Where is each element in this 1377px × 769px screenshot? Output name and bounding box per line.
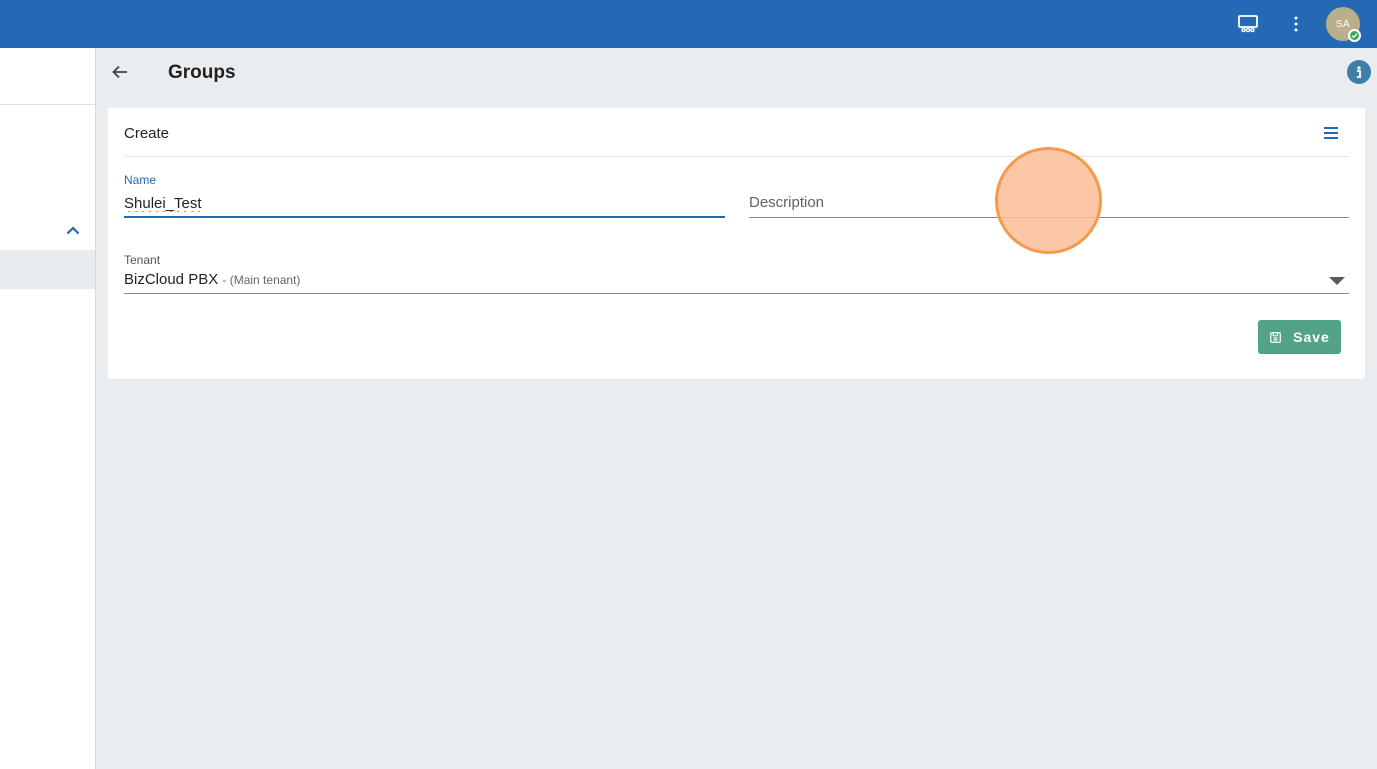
tenant-label: Tenant xyxy=(124,253,161,267)
more-vert-icon[interactable] xyxy=(1284,12,1308,36)
name-label: Name xyxy=(124,173,157,187)
hamburger-menu-icon[interactable] xyxy=(1319,121,1343,145)
save-label: Save xyxy=(1293,329,1330,345)
tenant-subtitle: - (Main tenant) xyxy=(222,273,301,287)
avatar-initials: SA xyxy=(1335,18,1351,30)
dropdown-arrow-icon[interactable] xyxy=(1329,277,1345,285)
floppy-disk-icon xyxy=(1269,331,1281,343)
sidebar xyxy=(0,48,96,769)
online-status-icon xyxy=(1348,29,1361,42)
save-button[interactable]: Save xyxy=(1258,320,1341,354)
card-title: Create xyxy=(124,125,170,142)
tenant-select[interactable]: BizCloud PBX - (Main tenant) xyxy=(124,269,1349,294)
page-title: Groups xyxy=(168,62,236,83)
chevron-up-icon[interactable] xyxy=(62,219,84,241)
tenant-name: BizCloud PBX xyxy=(124,271,219,288)
info-icon[interactable] xyxy=(1347,60,1371,84)
sidebar-item-selected[interactable] xyxy=(0,250,95,289)
name-input[interactable] xyxy=(124,190,725,218)
screen-share-icon[interactable] xyxy=(1236,12,1260,36)
card-divider xyxy=(124,156,1349,157)
tenant-value: BizCloud PBX - (Main tenant) xyxy=(124,271,300,288)
create-group-card: Create Name Tenant BizCloud PBX - (Main … xyxy=(108,108,1365,379)
description-input[interactable] xyxy=(749,188,1349,218)
top-bar: SA xyxy=(0,0,1377,48)
back-arrow-icon[interactable] xyxy=(108,60,132,84)
user-avatar[interactable]: SA xyxy=(1326,7,1361,42)
sidebar-divider xyxy=(0,104,95,105)
